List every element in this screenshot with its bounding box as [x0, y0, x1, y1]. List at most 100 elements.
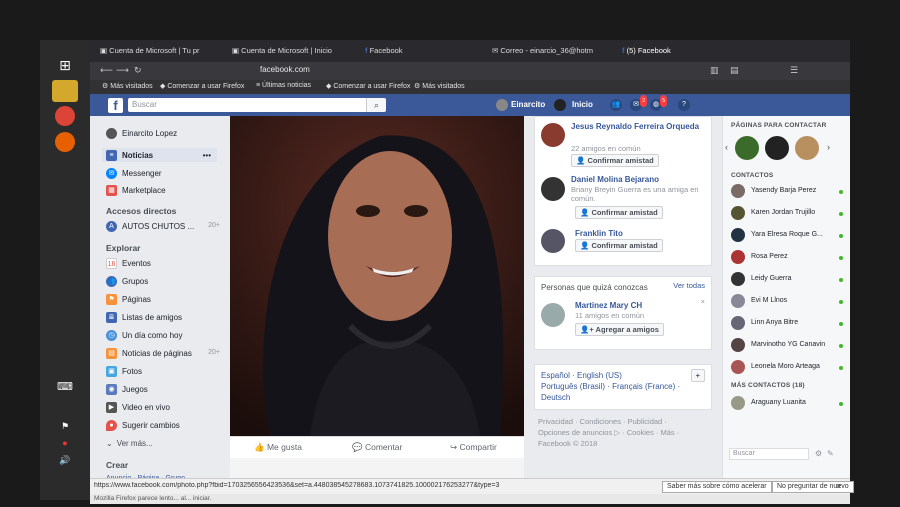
page-avatar[interactable]: [765, 136, 789, 160]
sidebar-item-eventos[interactable]: 16 Eventos: [106, 256, 151, 270]
request-name[interactable]: Franklin Tito: [575, 229, 623, 238]
confirm-friend-button[interactable]: 👤 Confirmar amistad: [575, 206, 663, 219]
contact-item[interactable]: Marvinotho YG Canavin: [731, 338, 843, 354]
friend-requests-icon[interactable]: 👥: [610, 99, 622, 111]
more-icon[interactable]: •••: [203, 151, 211, 160]
contact-item[interactable]: Linn Anya Bitre: [731, 316, 843, 332]
pymk-name[interactable]: Martinez Mary CH: [575, 301, 642, 310]
chrome-icon[interactable]: [55, 106, 75, 126]
compose-icon[interactable]: ✎: [827, 449, 834, 458]
reload-icon[interactable]: ↻: [134, 65, 142, 76]
chevron-right-icon[interactable]: ›: [827, 142, 830, 152]
bookmark-item[interactable]: ≡ Últimas noticias: [256, 82, 311, 89]
footer-links[interactable]: Opciones de anuncios ▷ · Cookies · Más ·: [538, 428, 679, 437]
see-all-link[interactable]: Ver todas: [673, 281, 705, 290]
request-name[interactable]: Daniel Molina Bejarano: [571, 175, 659, 184]
profile-link[interactable]: Einarcito: [511, 100, 545, 109]
contact-item[interactable]: Yasendy Barja Perez: [731, 184, 843, 200]
page-avatar[interactable]: [735, 136, 759, 160]
confirm-friend-button[interactable]: 👤 Confirmar amistad: [571, 154, 659, 167]
sidebar-item-video[interactable]: ▶ Video en vivo: [106, 400, 170, 414]
sidebar-item-messenger[interactable]: ✉ Messenger: [106, 166, 162, 180]
library-icon[interactable]: ▥: [710, 65, 719, 76]
like-button[interactable]: 👍 Me gusta: [254, 442, 302, 453]
contact-item[interactable]: Yara Elresa Roque G...: [731, 228, 843, 244]
contact-item[interactable]: Araguany Luanita: [731, 396, 843, 412]
firefox-icon[interactable]: [55, 132, 75, 152]
language-links[interactable]: Español · English (US): [541, 371, 622, 380]
sidebar-item-un-dia[interactable]: ◷ Un día como hoy: [106, 328, 182, 342]
dont-ask-again-button[interactable]: No preguntar de nuevo: [772, 481, 854, 493]
contact-item[interactable]: Karen Jordan Trujillo: [731, 206, 843, 222]
chevron-left-icon[interactable]: ‹: [725, 142, 728, 152]
menu-icon[interactable]: ☰: [790, 65, 798, 76]
request-name[interactable]: Jesus Reynaldo Ferreira Orqueda: [571, 122, 711, 132]
tab-facebook[interactable]: f Facebook: [365, 46, 485, 60]
file-explorer-icon[interactable]: [52, 80, 78, 102]
button-label: Agregar a amigos: [595, 325, 659, 334]
page-avatar[interactable]: [795, 136, 819, 160]
profile-photo[interactable]: [230, 116, 524, 436]
forward-icon[interactable]: ⟶: [116, 65, 129, 76]
confirm-friend-button[interactable]: 👤 Confirmar amistad: [575, 239, 663, 252]
language-links[interactable]: Português (Brasil) · Français (France) ·: [541, 382, 680, 391]
sidebar-item-grupos[interactable]: 👥 Grupos: [106, 274, 148, 288]
facebook-logo-icon[interactable]: f: [108, 98, 123, 113]
sidebar-item-paginas[interactable]: ⚑ Páginas: [106, 292, 151, 306]
tab-microsoft-2[interactable]: ▣ Cuenta de Microsoft | Inicio: [232, 46, 352, 60]
globe-icon[interactable]: ◍ 5: [650, 95, 667, 111]
sidebar-item-noticias-paginas[interactable]: ▤ Noticias de páginas: [106, 346, 192, 360]
bookmark-label: Últimas noticias: [262, 82, 312, 89]
bookmark-item[interactable]: ◆ Comenzar a usar Firefox: [326, 82, 410, 90]
button-label: Confirmar amistad: [591, 241, 658, 250]
sidebar-icon[interactable]: ▤: [730, 65, 739, 76]
sidebar-item-juegos[interactable]: ◉ Juegos: [106, 382, 148, 396]
avatar[interactable]: [496, 99, 508, 111]
sidebar-item-marketplace[interactable]: ▦ Marketplace: [106, 183, 166, 197]
bookmark-item[interactable]: ⚙ Más visitados: [414, 82, 465, 90]
tab-outlook[interactable]: ✉ Correo - einarcio_36@hotm: [492, 46, 612, 60]
messenger-icon[interactable]: ✉ 2: [630, 95, 647, 111]
gear-icon[interactable]: ⚙: [815, 449, 822, 458]
keyboard-icon[interactable]: ⌨: [52, 375, 78, 397]
see-more-link[interactable]: ⌄ Ver más...: [106, 436, 153, 450]
url-bar[interactable]: facebook.com: [260, 65, 620, 77]
contact-item[interactable]: Leonela Moro Arteaga: [731, 360, 843, 376]
close-icon[interactable]: ×: [836, 481, 841, 491]
comment-button[interactable]: 💬 Comentar: [352, 442, 402, 453]
chat-sidebar: PÁGINAS PARA CONTACTAR ‹ › CONTACTOS Yas…: [722, 116, 850, 502]
search-button[interactable]: ⌕: [366, 98, 386, 112]
sidebar-item-listas[interactable]: ≣ Listas de amigos: [106, 310, 182, 324]
shortcut-autos-chutos[interactable]: A AUTOS CHUTOS ...: [106, 219, 194, 233]
sidebar-item-sugerir[interactable]: ● Sugerir cambios: [106, 418, 180, 432]
search-input[interactable]: Buscar: [128, 98, 376, 112]
avatar[interactable]: [541, 123, 565, 147]
bookmark-item[interactable]: ◆ Comenzar a usar Firefox: [160, 82, 244, 90]
tab-facebook-active[interactable]: f (5) Facebook: [622, 46, 742, 60]
help-icon[interactable]: ?: [678, 99, 690, 111]
chat-search-input[interactable]: Buscar: [729, 448, 809, 460]
sidebar-item-fotos[interactable]: ▣ Fotos: [106, 364, 142, 378]
home-link[interactable]: Inicio: [572, 100, 593, 109]
add-language-button[interactable]: +: [690, 369, 705, 382]
contact-item[interactable]: Evi M Llnos: [731, 294, 843, 310]
avatar[interactable]: [541, 177, 565, 201]
contact-item[interactable]: Leidy Guerra: [731, 272, 843, 288]
avatar[interactable]: [541, 303, 565, 327]
contact-item[interactable]: Rosa Perez: [731, 250, 843, 266]
profile-link[interactable]: Einarcito Lopez: [106, 126, 177, 140]
tab-microsoft-1[interactable]: ▣ Cuenta de Microsoft | Tu pr: [100, 46, 220, 60]
share-button[interactable]: ↪ Compartir: [450, 442, 497, 453]
bookmark-item[interactable]: ⚙ Más visitados: [102, 82, 153, 90]
volume-icon[interactable]: 🔊: [52, 449, 78, 471]
windows-start-icon[interactable]: ⊞: [52, 54, 78, 76]
learn-more-button[interactable]: Saber más sobre cómo acelerar: [662, 481, 772, 493]
footer-links[interactable]: Privacidad · Condiciones · Publicidad ·: [538, 417, 667, 426]
back-icon[interactable]: ⟵: [100, 65, 113, 76]
close-icon[interactable]: ×: [701, 297, 705, 306]
avatar[interactable]: [541, 229, 565, 253]
add-friend-button[interactable]: 👤+ Agregar a amigos: [575, 323, 664, 336]
sidebar-item-label: Listas de amigos: [122, 312, 183, 322]
sidebar-item-noticias[interactable]: ≡ Noticias •••: [102, 148, 217, 162]
language-links[interactable]: Deutsch: [541, 393, 570, 402]
